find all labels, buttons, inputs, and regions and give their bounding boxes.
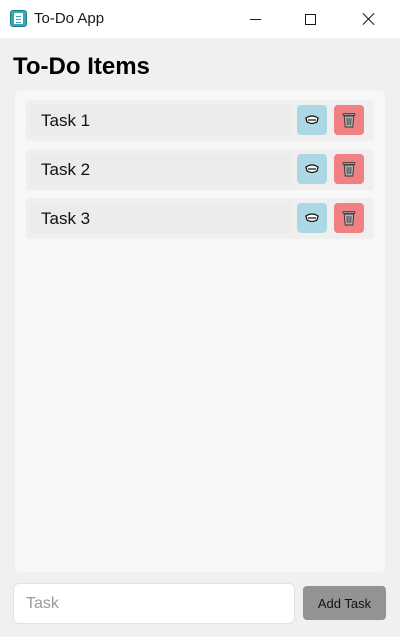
task-item: Task 1: [26, 100, 374, 141]
task-input[interactable]: [13, 583, 295, 624]
close-icon: [362, 12, 376, 26]
delete-task-button[interactable]: [334, 154, 364, 184]
edit-icon: [305, 164, 319, 174]
edit-icon: [305, 213, 319, 223]
minimize-icon: [249, 18, 261, 20]
task-label: Task 3: [41, 209, 91, 228]
trash-icon: [342, 113, 356, 128]
trash-icon: [342, 162, 356, 177]
task-label-box: Task 1: [30, 105, 292, 136]
notepad-icon: [10, 10, 27, 27]
delete-task-button[interactable]: [334, 203, 364, 233]
edit-task-button[interactable]: [297, 154, 327, 184]
delete-task-button[interactable]: [334, 105, 364, 135]
task-list: Task 1 Task 2 Task 3: [15, 90, 385, 572]
task-label: Task 1: [41, 111, 91, 130]
close-button[interactable]: [346, 0, 392, 38]
trash-icon: [342, 211, 356, 226]
add-task-button[interactable]: Add Task: [303, 586, 386, 620]
task-item: Task 3: [26, 198, 374, 239]
minimize-button[interactable]: [232, 0, 278, 38]
title-bar: To-Do App: [0, 0, 400, 38]
edit-task-button[interactable]: [297, 203, 327, 233]
task-label-box: Task 2: [30, 154, 292, 185]
maximize-icon: [304, 13, 316, 25]
task-label: Task 2: [41, 160, 91, 179]
task-item: Task 2: [26, 149, 374, 190]
edit-task-button[interactable]: [297, 105, 327, 135]
maximize-button[interactable]: [287, 0, 333, 38]
task-label-box: Task 3: [30, 203, 292, 234]
page-title: To-Do Items: [13, 53, 150, 80]
edit-icon: [305, 115, 319, 125]
window-title: To-Do App: [34, 10, 105, 27]
